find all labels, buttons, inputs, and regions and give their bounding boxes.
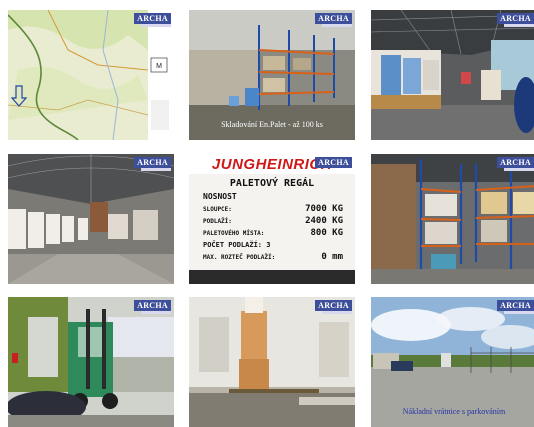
warehouse-hall-image (8, 154, 174, 284)
sign-title: PALETOVÝ REGÁL (229, 178, 315, 189)
sign-row-label: SLOUPCE: (203, 206, 232, 213)
sign-row-value: 800 KG (310, 228, 343, 238)
warehouse-goods-image (371, 10, 534, 140)
watermark-tagline (141, 24, 171, 27)
gallery-tile-parking-gate[interactable]: ARCHA Nákladní vrátnice s parkováním (371, 297, 534, 427)
sign-subtitle: NOSNOST (203, 192, 237, 201)
sign-row-value: 2400 KG (305, 216, 343, 226)
watermark-tagline (504, 168, 534, 171)
watermark-tagline (504, 24, 534, 27)
sign-row: POČET PODLAŽÍ: 3 (203, 238, 343, 250)
watermark-tagline (504, 311, 534, 314)
gallery-tile-warehouse-racks[interactable]: ARCHA Skladování En.Palet - až 100 ks (189, 10, 355, 140)
watermark-tagline (141, 311, 171, 314)
archa-watermark: ARCHA (497, 157, 534, 168)
archa-watermark: ARCHA (315, 157, 352, 168)
tile-caption: Skladování En.Palet - až 100 ks (221, 120, 323, 129)
archa-watermark: ARCHA (315, 300, 352, 311)
sign-row-label: MAX. ROZTEČ PODLAŽÍ: (203, 254, 276, 261)
sign-row: PALETOVÉHO MÍSTA: 800 KG (203, 226, 343, 238)
archa-watermark: ARCHA (134, 300, 171, 311)
svg-text:M: M (156, 63, 162, 70)
archa-watermark: ARCHA (315, 13, 352, 24)
sign-bottom (189, 270, 355, 284)
gallery-tile-warehouse-hall[interactable]: ARCHA (8, 154, 174, 284)
gallery-tile-rack-sign[interactable]: JUNGHEINRICH ARCHA PALETOVÝ REGÁL NOSNOS… (189, 154, 355, 284)
forklift-image (8, 297, 174, 427)
sign-row-label: POČET PODLAŽÍ: 3 (203, 241, 271, 249)
photo-gallery: M ARCHA ARCHA Skladování En.Palet - až 1… (0, 0, 534, 427)
archa-watermark: ARCHA (134, 13, 171, 24)
gallery-tile-pallet-truck[interactable]: ARCHA (189, 297, 355, 427)
gallery-tile-forklift[interactable]: ARCHA (8, 297, 174, 427)
gallery-tile-map[interactable]: M ARCHA (8, 10, 174, 140)
archa-watermark: ARCHA (134, 157, 171, 168)
watermark-tagline (322, 311, 352, 314)
sign-row: MAX. ROZTEČ PODLAŽÍ: 0 mm (203, 250, 343, 262)
sign-row-value: 7000 KG (305, 204, 343, 214)
sign-row-label: PODLAŽÍ: (203, 218, 232, 225)
gallery-tile-rack-aisle[interactable]: ARCHA (371, 154, 534, 284)
watermark-tagline (141, 168, 171, 171)
gallery-tile-warehouse-goods[interactable]: ARCHA (371, 10, 534, 140)
archa-watermark: ARCHA (497, 300, 534, 311)
pallet-truck-image (189, 297, 355, 427)
watermark-tagline (322, 24, 352, 27)
rack-aisle-image (371, 154, 534, 284)
sign-row: PODLAŽÍ: 2400 KG (203, 214, 343, 226)
tile-caption: Nákladní vrátnice s parkováním (402, 407, 506, 416)
map-image: M (8, 10, 174, 140)
sign-row-label: PALETOVÉHO MÍSTA: (203, 230, 265, 237)
sign-row-value: 0 mm (321, 252, 343, 262)
sign-row: SLOUPCE: 7000 KG (203, 202, 343, 214)
archa-watermark: ARCHA (497, 13, 534, 24)
